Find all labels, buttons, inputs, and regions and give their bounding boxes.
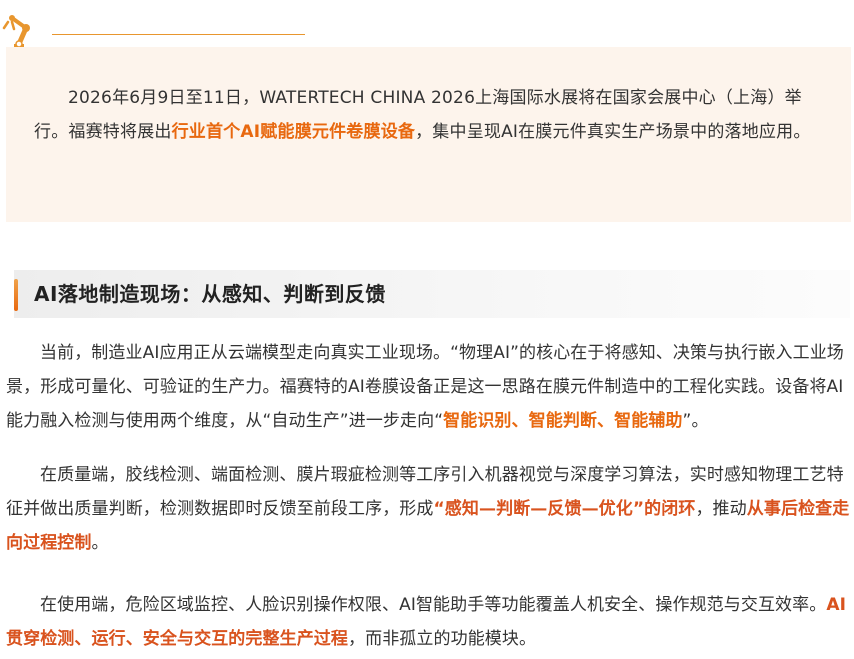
p3-text-after: ，而非孤立的功能模块。 bbox=[348, 629, 537, 649]
intro-paragraph: 2026年6月9日至11日，WATERTECH CHINA 2026上海国际水展… bbox=[34, 81, 819, 149]
paragraph-2: 在质量端，胶线检测、端面检测、膜片瑕疵检测等工序引入机器视觉与深度学习算法，实时… bbox=[6, 458, 852, 560]
intro-text-after: ，集中呈现AI在膜元件真实生产场景中的落地应用。 bbox=[415, 122, 811, 142]
p2-text-middle: ，推动 bbox=[695, 499, 747, 519]
section-heading: AI落地制造现场：从感知、判断到反馈 bbox=[14, 270, 850, 318]
p1-highlight: 智能识别、智能判断、智能辅助 bbox=[443, 411, 683, 431]
paragraph-1: 当前，制造业AI应用正从云端模型走向真实工业现场。“物理AI”的核心在于将感知、… bbox=[6, 336, 852, 438]
article-page: 2026年6月9日至11日，WATERTECH CHINA 2026上海国际水展… bbox=[0, 0, 854, 659]
p2-highlight-1: “感知—判断—反馈—优化”的闭环 bbox=[433, 499, 696, 519]
p1-text-after: ”。 bbox=[682, 411, 709, 431]
intro-box: 2026年6月9日至11日，WATERTECH CHINA 2026上海国际水展… bbox=[6, 47, 851, 222]
intro-highlight: 行业首个AI赋能膜元件卷膜设备 bbox=[171, 122, 416, 142]
section-title: AI落地制造现场：从感知、判断到反馈 bbox=[34, 282, 386, 306]
header-divider bbox=[52, 34, 305, 35]
p2-text-after: 。 bbox=[91, 533, 109, 553]
p1-text-before: 当前，制造业AI应用正从云端模型走向真实工业现场。“物理AI”的核心在于将感知、… bbox=[6, 343, 844, 431]
section-heading-accent-bar bbox=[14, 279, 18, 311]
paragraph-3: 在使用端，危险区域监控、人脸识别操作权限、AI智能助手等功能覆盖人机安全、操作规… bbox=[6, 588, 852, 656]
p3-text-before: 在使用端，危险区域监控、人脸识别操作权限、AI智能助手等功能覆盖人机安全、操作规… bbox=[40, 595, 827, 615]
